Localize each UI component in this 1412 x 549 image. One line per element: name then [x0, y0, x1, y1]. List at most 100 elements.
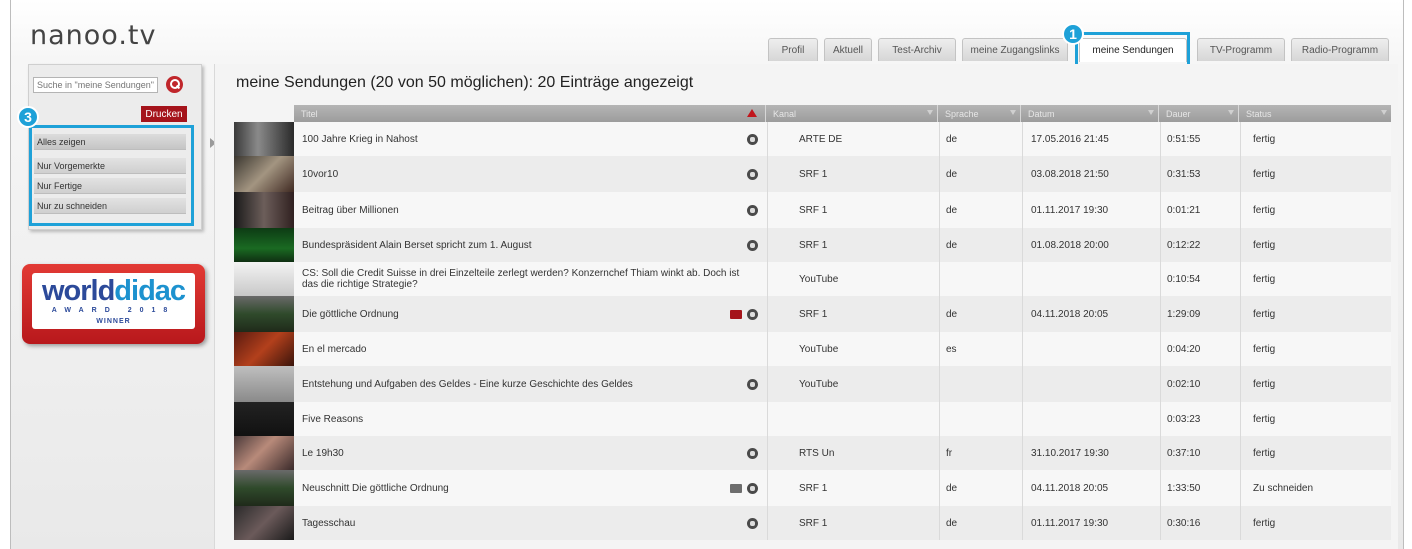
cell-title: Die göttliche Ordnung [302, 308, 399, 320]
cell-datum: 17.05.2016 21:45 [1031, 133, 1109, 145]
table-row[interactable]: CS: Soll die Credit Suisse in drei Einze… [234, 262, 1391, 296]
cell-datum: 01.11.2017 19:30 [1031, 204, 1109, 216]
column-divider [1240, 402, 1241, 436]
cell-kanal: YouTube [799, 273, 839, 285]
column-divider [939, 156, 940, 192]
table-row[interactable]: Le 19h30 RTS Un fr 31.10.2017 19:30 0:37:10 f… [234, 436, 1391, 470]
cell-datum: 03.08.2018 21:50 [1031, 168, 1109, 180]
sort-asc-icon [747, 109, 757, 117]
column-divider [1160, 506, 1161, 540]
cell-dauer: 0:30:16 [1167, 517, 1201, 529]
info-icon[interactable] [747, 168, 758, 180]
column-divider [1240, 262, 1241, 296]
info-icon[interactable] [747, 517, 758, 529]
table-row[interactable]: Entstehung und Aufgaben des Geldes - Ein… [234, 366, 1391, 402]
column-divider [1022, 506, 1023, 540]
cell-sprache: de [946, 482, 958, 494]
info-icon[interactable] [747, 133, 758, 145]
info-icon[interactable] [747, 308, 758, 320]
video-thumbnail[interactable] [234, 506, 294, 540]
tab-profil[interactable]: Profil [768, 38, 818, 61]
folder-icon[interactable] [730, 309, 742, 319]
column-divider [1160, 402, 1161, 436]
column-divider [1240, 296, 1241, 332]
cell-dauer: 0:12:22 [1167, 239, 1201, 251]
column-divider [1160, 262, 1161, 296]
table-row[interactable]: Five Reasons 0:03:23 fertig [234, 402, 1391, 436]
cell-status: fertig [1253, 378, 1276, 390]
info-icon[interactable] [747, 482, 758, 494]
column-header-dauer[interactable]: Dauer [1159, 105, 1239, 122]
tab-meine-zugangslinks[interactable]: meine Zugangslinks [962, 38, 1068, 61]
cell-title: CS: Soll die Credit Suisse in drei Einze… [302, 268, 740, 290]
table-row[interactable]: 100 Jahre Krieg in Nahost ARTE DE de 17.05.… [234, 122, 1391, 156]
sort-icon [1228, 110, 1234, 115]
cell-dauer: 0:03:23 [1167, 413, 1201, 425]
video-thumbnail[interactable] [234, 366, 294, 402]
cell-datum: 01.11.2017 19:30 [1031, 517, 1109, 529]
video-thumbnail[interactable] [234, 156, 294, 192]
table-row[interactable]: Neuschnitt Die göttliche Ordnung SRF 1 de 0… [234, 470, 1391, 506]
cell-status: fertig [1253, 133, 1276, 145]
video-thumbnail[interactable] [234, 262, 294, 296]
column-divider [1022, 332, 1023, 366]
cell-kanal: SRF 1 [799, 239, 828, 251]
logo[interactable]: nanoo.tv [30, 20, 156, 51]
column-header-sprache[interactable]: Sprache [938, 105, 1021, 122]
column-divider [1240, 332, 1241, 366]
column-divider [767, 506, 768, 540]
info-icon[interactable] [747, 239, 758, 251]
video-thumbnail[interactable] [234, 192, 294, 228]
video-thumbnail[interactable] [234, 228, 294, 262]
column-header-status[interactable]: Status [1239, 105, 1391, 122]
search-input[interactable] [33, 77, 158, 93]
column-divider [939, 296, 940, 332]
cell-title: Entstehung und Aufgaben des Geldes - Ein… [302, 378, 633, 390]
info-icon[interactable] [747, 204, 758, 216]
cell-title: 10vor10 [302, 168, 339, 180]
info-icon[interactable] [747, 378, 758, 390]
column-header-datum[interactable]: Datum [1021, 105, 1159, 122]
column-header-titel[interactable]: Titel [294, 105, 766, 122]
tab-aktuell[interactable]: Aktuell [824, 38, 872, 61]
cell-dauer: 0:51:55 [1167, 133, 1201, 145]
video-thumbnail[interactable] [234, 402, 294, 436]
column-divider [1160, 366, 1161, 402]
column-divider [1240, 506, 1241, 540]
info-icon[interactable] [747, 447, 758, 459]
step-badge-filters: 3 [17, 106, 39, 128]
video-thumbnail[interactable] [234, 122, 294, 156]
cell-sprache: es [946, 343, 957, 355]
page-title: meine Sendungen (20 von 50 möglichen): 2… [236, 74, 694, 91]
folder-icon[interactable] [730, 483, 742, 493]
tab-tv-programm[interactable]: TV-Programm [1197, 38, 1285, 61]
column-divider [939, 506, 940, 540]
cell-dauer: 0:10:54 [1167, 273, 1201, 285]
tab-test-archiv[interactable]: Test-Archiv [878, 38, 956, 61]
tab-radio-programm[interactable]: Radio-Programm [1291, 38, 1389, 61]
column-divider [767, 470, 768, 506]
table-row[interactable]: Bundespräsident Alain Berset spricht zum… [234, 228, 1391, 262]
column-divider [767, 228, 768, 262]
cell-status: fertig [1253, 308, 1276, 320]
video-thumbnail[interactable] [234, 296, 294, 332]
table-row[interactable]: Tagesschau SRF 1 de 01.11.2017 19:30 0:30:16… [234, 506, 1391, 540]
table-row[interactable]: Beitrag über Millionen SRF 1 de 01.11.2017 … [234, 192, 1391, 228]
column-header-kanal[interactable]: Kanal [766, 105, 938, 122]
cell-kanal: RTS Un [799, 447, 835, 459]
video-thumbnail[interactable] [234, 470, 294, 506]
table-row[interactable]: En el mercado YouTube es 0:04:20 fertig [234, 332, 1391, 366]
column-divider [939, 228, 940, 262]
cell-dauer: 0:04:20 [1167, 343, 1201, 355]
column-divider [1160, 228, 1161, 262]
table-row[interactable]: Die göttliche Ordnung SRF 1 de 04.11.2018 2… [234, 296, 1391, 332]
video-thumbnail[interactable] [234, 332, 294, 366]
cell-dauer: 0:02:10 [1167, 378, 1201, 390]
table-row[interactable]: 10vor10 SRF 1 de 03.08.2018 21:50 0:31:53 fer… [234, 156, 1391, 192]
column-divider [1160, 122, 1161, 156]
cell-kanal: YouTube [799, 378, 839, 390]
search-icon[interactable] [166, 76, 183, 93]
print-button[interactable]: Drucken [141, 106, 187, 122]
column-divider [1240, 470, 1241, 506]
video-thumbnail[interactable] [234, 436, 294, 470]
